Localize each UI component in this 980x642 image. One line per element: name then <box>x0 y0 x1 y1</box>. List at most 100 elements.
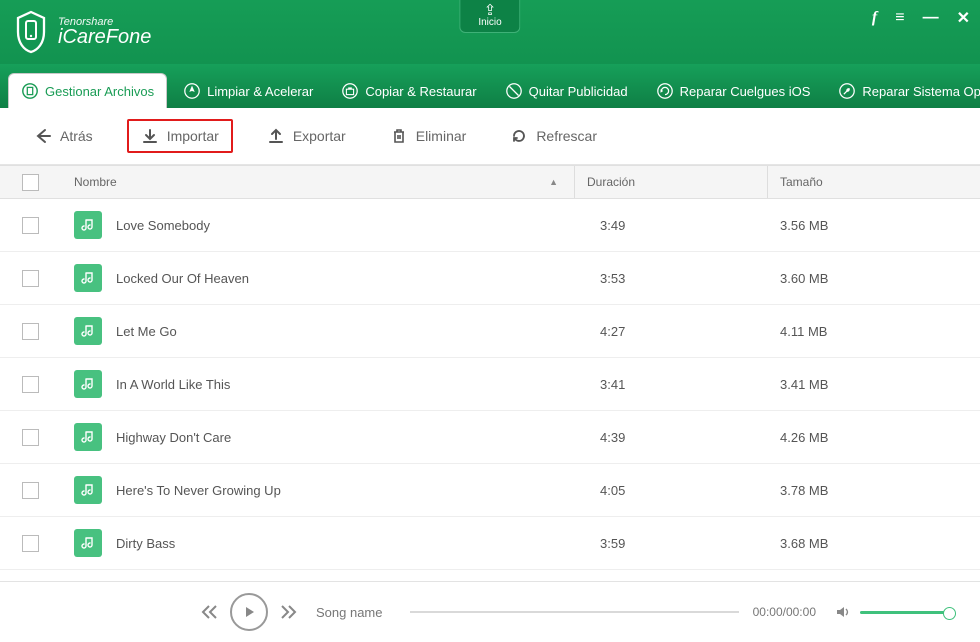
play-icon <box>242 605 256 619</box>
table-row[interactable]: In A World Like This3:413.41 MB <box>0 358 980 411</box>
home-label: Inicio <box>478 17 501 28</box>
next-track-button[interactable] <box>278 602 298 622</box>
row-checkbox[interactable] <box>22 270 39 287</box>
back-label: Atrás <box>60 128 93 144</box>
song-duration: 4:27 <box>600 324 780 339</box>
song-name: Dirty Bass <box>116 536 175 551</box>
export-icon <box>267 127 285 145</box>
music-icon <box>74 476 102 504</box>
brand-company: Tenorshare <box>58 16 151 28</box>
song-duration: 3:59 <box>600 536 780 551</box>
back-button[interactable]: Atrás <box>24 121 103 151</box>
tab-repair-os[interactable]: Reparar Sistema Operativo <box>826 74 980 108</box>
song-duration: 3:41 <box>600 377 780 392</box>
tab-clean-speedup[interactable]: Limpiar & Acelerar <box>171 74 325 108</box>
tab-remove-ads[interactable]: Quitar Publicidad <box>493 74 640 108</box>
minimize-button[interactable]: — <box>923 9 939 27</box>
tab-manage-files[interactable]: Gestionar Archivos <box>8 73 167 108</box>
tab-label: Reparar Cuelgues iOS <box>680 84 811 99</box>
song-duration: 4:05 <box>600 483 780 498</box>
delete-button[interactable]: Eliminar <box>380 121 477 151</box>
tab-label: Quitar Publicidad <box>529 84 628 99</box>
song-name: Locked Our Of Heaven <box>116 271 249 286</box>
close-button[interactable]: ✕ <box>957 8 970 28</box>
menu-icon[interactable]: ≡ <box>895 9 904 27</box>
wrench-icon <box>838 82 856 100</box>
song-name: Let Me Go <box>116 324 177 339</box>
prev-track-button[interactable] <box>200 602 220 622</box>
music-icon <box>74 423 102 451</box>
col-header-duration[interactable]: Duración <box>574 166 767 198</box>
music-icon <box>74 211 102 239</box>
progress-bar[interactable] <box>410 611 739 613</box>
volume-slider[interactable] <box>860 611 950 614</box>
music-icon <box>74 317 102 345</box>
track-name: Song name <box>316 605 396 620</box>
playback-controls <box>200 593 298 631</box>
backup-icon <box>341 82 359 100</box>
volume-icon <box>834 603 852 621</box>
row-checkbox[interactable] <box>22 376 39 393</box>
song-name: Highway Don't Care <box>116 430 231 445</box>
table-row[interactable]: Love Somebody 3:493.56 MB <box>0 199 980 252</box>
refresh-icon <box>510 127 528 145</box>
trash-icon <box>390 127 408 145</box>
song-size: 4.26 MB <box>780 430 980 445</box>
song-duration: 3:53 <box>600 271 780 286</box>
play-button[interactable] <box>230 593 268 631</box>
song-size: 3.68 MB <box>780 536 980 551</box>
audio-player: Song name 00:00/00:00 <box>0 581 980 642</box>
music-icon <box>74 264 102 292</box>
tab-repair-ios[interactable]: Reparar Cuelgues iOS <box>644 74 823 108</box>
col-header-size[interactable]: Tamaño <box>767 166 980 198</box>
export-label: Exportar <box>293 128 346 144</box>
export-button[interactable]: Exportar <box>257 121 356 151</box>
table-header: Nombre ▲ Duración Tamaño <box>0 165 980 199</box>
select-all-checkbox[interactable] <box>22 174 39 191</box>
col-header-name[interactable]: Nombre ▲ <box>60 175 574 189</box>
row-checkbox[interactable] <box>22 535 39 552</box>
song-size: 3.60 MB <box>780 271 980 286</box>
app-logo: Tenorshare iCareFone <box>14 10 151 54</box>
tab-label: Limpiar & Acelerar <box>207 84 313 99</box>
import-icon <box>141 127 159 145</box>
table-row[interactable]: Here's To Never Growing Up4:053.78 MB <box>0 464 980 517</box>
block-ads-icon <box>505 82 523 100</box>
refresh-button[interactable]: Refrescar <box>500 121 607 151</box>
table-row[interactable]: Dirty Bass 3:593.68 MB <box>0 517 980 570</box>
song-name: Love Somebody <box>116 218 210 233</box>
song-duration: 4:39 <box>600 430 780 445</box>
brand-product: iCareFone <box>58 26 151 49</box>
import-label: Importar <box>167 128 219 144</box>
table-row[interactable]: Let Me Go4:274.11 MB <box>0 305 980 358</box>
facebook-icon[interactable]: f <box>872 9 877 27</box>
main-tabs: Gestionar Archivos Limpiar & Acelerar Co… <box>0 64 980 108</box>
tab-label: Reparar Sistema Operativo <box>862 84 980 99</box>
row-checkbox[interactable] <box>22 429 39 446</box>
titlebar: Tenorshare iCareFone ⇪ Inicio f ≡ — ✕ <box>0 0 980 64</box>
import-button[interactable]: Importar <box>127 119 233 153</box>
table-row[interactable]: Highway Don't Care 4:394.26 MB <box>0 411 980 464</box>
tab-backup-restore[interactable]: Copiar & Restaurar <box>329 74 488 108</box>
delete-label: Eliminar <box>416 128 467 144</box>
action-toolbar: Atrás Importar Exportar Eliminar Refresc… <box>0 108 980 165</box>
home-button[interactable]: ⇪ Inicio <box>459 0 520 33</box>
repair-icon <box>656 82 674 100</box>
tab-label: Copiar & Restaurar <box>365 84 476 99</box>
row-checkbox[interactable] <box>22 323 39 340</box>
song-duration: 3:49 <box>600 218 780 233</box>
song-name: Here's To Never Growing Up <box>116 483 281 498</box>
table-row[interactable]: Locked Our Of Heaven 3:533.60 MB <box>0 252 980 305</box>
row-checkbox[interactable] <box>22 217 39 234</box>
song-size: 3.56 MB <box>780 218 980 233</box>
rocket-icon <box>183 82 201 100</box>
track-progress: Song name 00:00/00:00 <box>316 605 816 620</box>
sort-caret-icon: ▲ <box>549 177 558 187</box>
volume-control <box>834 603 950 621</box>
col-header-name-label: Nombre <box>74 175 117 189</box>
row-checkbox[interactable] <box>22 482 39 499</box>
app-window: Tenorshare iCareFone ⇪ Inicio f ≡ — ✕ Ge… <box>0 0 980 642</box>
track-time: 00:00/00:00 <box>753 605 816 619</box>
phone-shield-icon <box>14 10 48 54</box>
home-up-icon: ⇪ <box>478 4 501 18</box>
